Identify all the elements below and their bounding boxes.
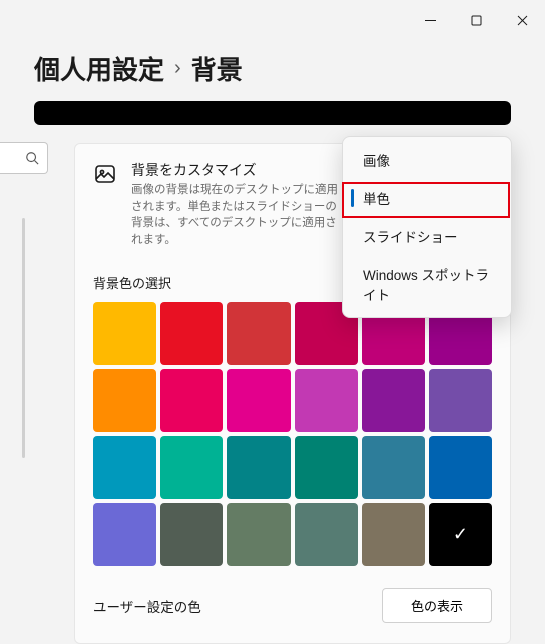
color-swatch[interactable] — [160, 369, 223, 432]
dropdown-item-3[interactable]: Windows スポットライト — [347, 255, 507, 313]
maximize-icon — [471, 15, 482, 26]
left-panel-stub — [0, 142, 48, 174]
chevron-right-icon: › — [174, 57, 181, 80]
custom-color-label: ユーザー設定の色 — [93, 596, 201, 616]
dropdown-item-1[interactable]: 単色 — [347, 179, 507, 217]
color-swatch[interactable] — [227, 503, 290, 566]
custom-color-row: ユーザー設定の色 色の表示 — [93, 588, 492, 623]
dropdown-item-2[interactable]: スライドショー — [347, 217, 507, 255]
color-swatch[interactable] — [160, 503, 223, 566]
color-swatch[interactable] — [295, 369, 358, 432]
color-swatch[interactable]: ✓ — [429, 503, 492, 566]
dropdown-item-0[interactable]: 画像 — [347, 141, 507, 179]
color-swatch[interactable] — [362, 369, 425, 432]
maximize-button[interactable] — [453, 4, 499, 36]
color-swatch[interactable] — [429, 369, 492, 432]
color-swatch[interactable] — [227, 302, 290, 365]
window-titlebar — [0, 0, 545, 40]
minimize-icon — [425, 15, 436, 26]
background-type-dropdown[interactable]: 画像単色スライドショーWindows スポットライト — [342, 136, 512, 318]
color-swatch[interactable] — [362, 436, 425, 499]
color-swatch[interactable] — [93, 302, 156, 365]
check-icon: ✓ — [429, 503, 492, 566]
preview-strip — [34, 101, 511, 125]
search-input[interactable] — [0, 142, 48, 174]
breadcrumb: 個人用設定 › 背景 — [0, 40, 545, 101]
customize-description: 画像の背景は現在のデスクトップに適用されます。単色またはスライドショーの背景は、… — [131, 182, 341, 249]
color-swatch[interactable] — [93, 369, 156, 432]
picture-icon — [93, 162, 117, 186]
color-swatch[interactable] — [227, 369, 290, 432]
minimize-button[interactable] — [407, 4, 453, 36]
color-swatch[interactable] — [93, 436, 156, 499]
customize-title: 背景をカスタマイズ — [131, 160, 341, 180]
breadcrumb-current: 背景 — [191, 50, 243, 87]
color-swatch[interactable] — [227, 436, 290, 499]
color-swatch[interactable] — [160, 436, 223, 499]
close-icon — [517, 15, 528, 26]
close-button[interactable] — [499, 4, 545, 36]
scrollbar-track — [22, 218, 25, 458]
search-icon — [25, 151, 39, 165]
breadcrumb-parent[interactable]: 個人用設定 — [34, 50, 164, 87]
color-swatch[interactable] — [429, 436, 492, 499]
background-card: 背景をカスタマイズ 画像の背景は現在のデスクトップに適用されます。単色またはスラ… — [74, 143, 511, 644]
color-swatch[interactable] — [160, 302, 223, 365]
color-swatch[interactable] — [295, 503, 358, 566]
view-color-button[interactable]: 色の表示 — [382, 588, 492, 623]
color-swatch-grid: ✓ — [93, 302, 492, 567]
color-swatch[interactable] — [295, 436, 358, 499]
color-swatch[interactable] — [93, 503, 156, 566]
color-swatch[interactable] — [362, 503, 425, 566]
